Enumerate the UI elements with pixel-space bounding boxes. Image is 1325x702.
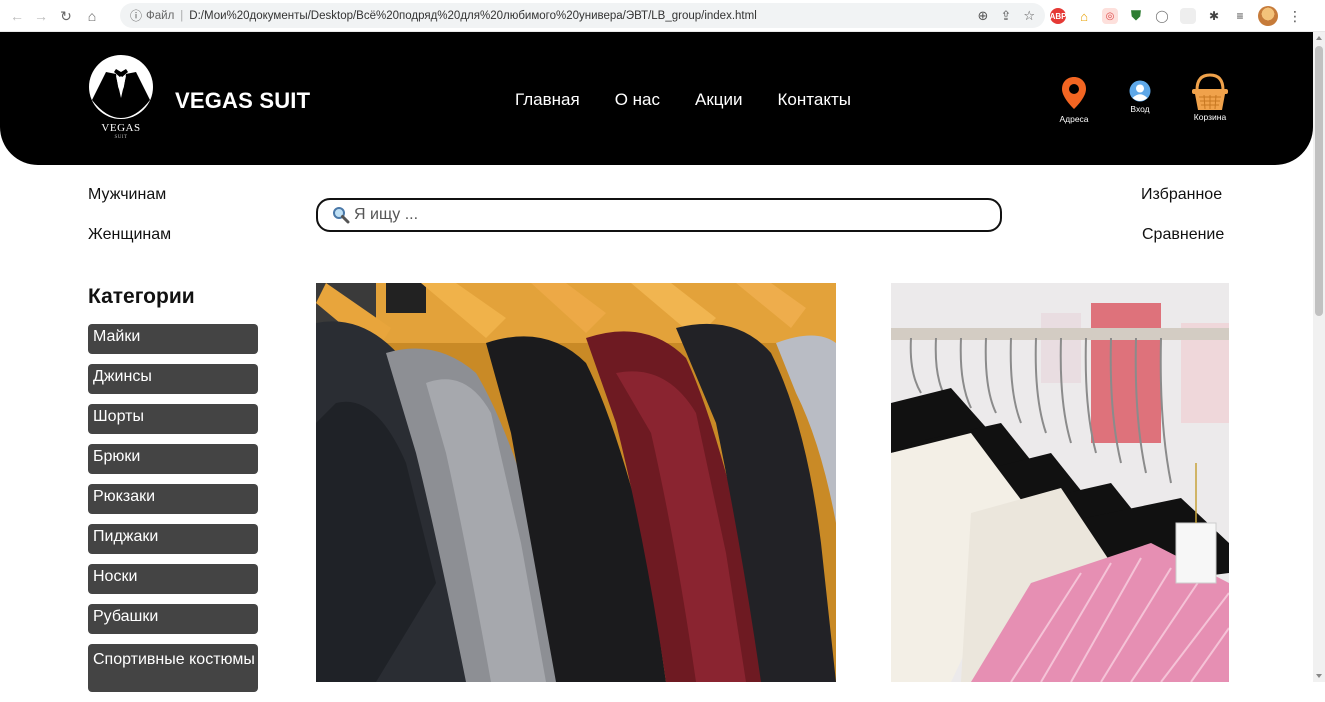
shield-extension-icon[interactable]: ⛊ [1128,8,1144,24]
category-socks[interactable]: Носки [88,564,258,594]
category-shirts[interactable]: Рубашки [88,604,258,634]
browser-toolbar: ← → ↻ ⌂ ⓘ Файл | D:/Мои%20документы/Desk… [0,0,1325,32]
logo-sub: SUIT [114,135,128,140]
brand-name[interactable]: VEGAS SUIT [175,88,310,114]
extension-icon[interactable]: ⌂ [1076,8,1092,24]
cart-label: Корзина [1193,112,1227,122]
search-icon [333,207,350,224]
url-text[interactable]: D:/Мои%20документы/Desktop/Всё%20подряд%… [189,10,756,22]
adblock-extension-icon[interactable]: ABP [1050,8,1066,24]
back-icon[interactable]: ← [6,5,28,27]
categories-title: Категории [88,285,195,308]
category-shorts[interactable]: Шорты [88,404,258,434]
scroll-up-icon[interactable] [1316,36,1322,40]
addresses-label: Адреса [1059,114,1089,124]
main-nav: Главная О нас Акции Контакты [515,90,851,110]
map-pin-icon [1062,77,1086,109]
site-header: VEGAS SUIT VEGAS SUIT Главная О нас Акци… [0,32,1313,165]
extension-icon[interactable] [1180,8,1196,24]
nav-about[interactable]: О нас [615,90,660,110]
search-bar[interactable] [316,198,1002,232]
categories-list: Майки Джинсы Шорты Брюки Рюкзаки Пиджаки… [88,324,258,702]
profile-avatar-icon[interactable] [1258,6,1278,26]
info-icon[interactable]: ⓘ [130,7,142,24]
zoom-icon[interactable]: ⊕ [978,8,989,24]
category-tracksuits[interactable]: Спортивные костюмы [88,644,258,692]
menu-icon[interactable]: ⋮ [1288,8,1302,25]
reading-list-icon[interactable]: ≡ [1232,8,1248,24]
compare-link[interactable]: Сравнение [1142,226,1224,244]
nav-promotions[interactable]: Акции [695,90,743,110]
bookmark-star-icon[interactable]: ☆ [1023,8,1035,24]
extension-icon[interactable]: ◎ [1102,8,1118,24]
category-trousers[interactable]: Брюки [88,444,258,474]
page-scrollbar[interactable] [1313,32,1325,682]
forward-icon[interactable]: → [30,5,52,27]
women-link[interactable]: Женщинам [88,226,171,244]
reload-icon[interactable]: ↻ [55,5,77,27]
separator: | [180,9,184,22]
basket-icon [1192,73,1228,110]
user-icon [1129,80,1151,102]
extension-icon[interactable]: ◯ [1154,8,1170,24]
scroll-down-icon[interactable] [1316,674,1322,678]
login-label: Вход [1130,104,1150,114]
suit-logo-icon [89,55,153,119]
category-jeans[interactable]: Джинсы [88,364,258,394]
nav-contacts[interactable]: Контакты [778,90,851,110]
hoodies-photo [316,283,836,682]
home-icon[interactable]: ⌂ [81,5,103,27]
puzzle-extensions-icon[interactable]: ✱ [1206,8,1222,24]
shirts-photo [891,283,1229,682]
category-backpacks[interactable]: Рюкзаки [88,484,258,514]
category-jackets[interactable]: Пиджаки [88,524,258,554]
category-tanks[interactable]: Майки [88,324,258,354]
nav-home[interactable]: Главная [515,90,580,110]
login-link[interactable]: Вход [1125,80,1155,114]
scheme-label: Файл [146,9,175,22]
scroll-thumb[interactable] [1315,46,1323,316]
share-icon[interactable]: ⇪ [1000,8,1011,24]
search-input[interactable] [354,206,974,224]
logo-word: VEGAS [101,122,141,134]
favorites-link[interactable]: Избранное [1141,186,1222,204]
addresses-link[interactable]: Адреса [1057,76,1091,124]
brand-logo[interactable]: VEGAS SUIT [86,52,156,152]
address-bar[interactable]: ⓘ Файл | D:/Мои%20документы/Desktop/Всё%… [120,3,1045,28]
cart-link[interactable]: Корзина [1188,72,1232,122]
men-link[interactable]: Мужчинам [88,186,166,204]
